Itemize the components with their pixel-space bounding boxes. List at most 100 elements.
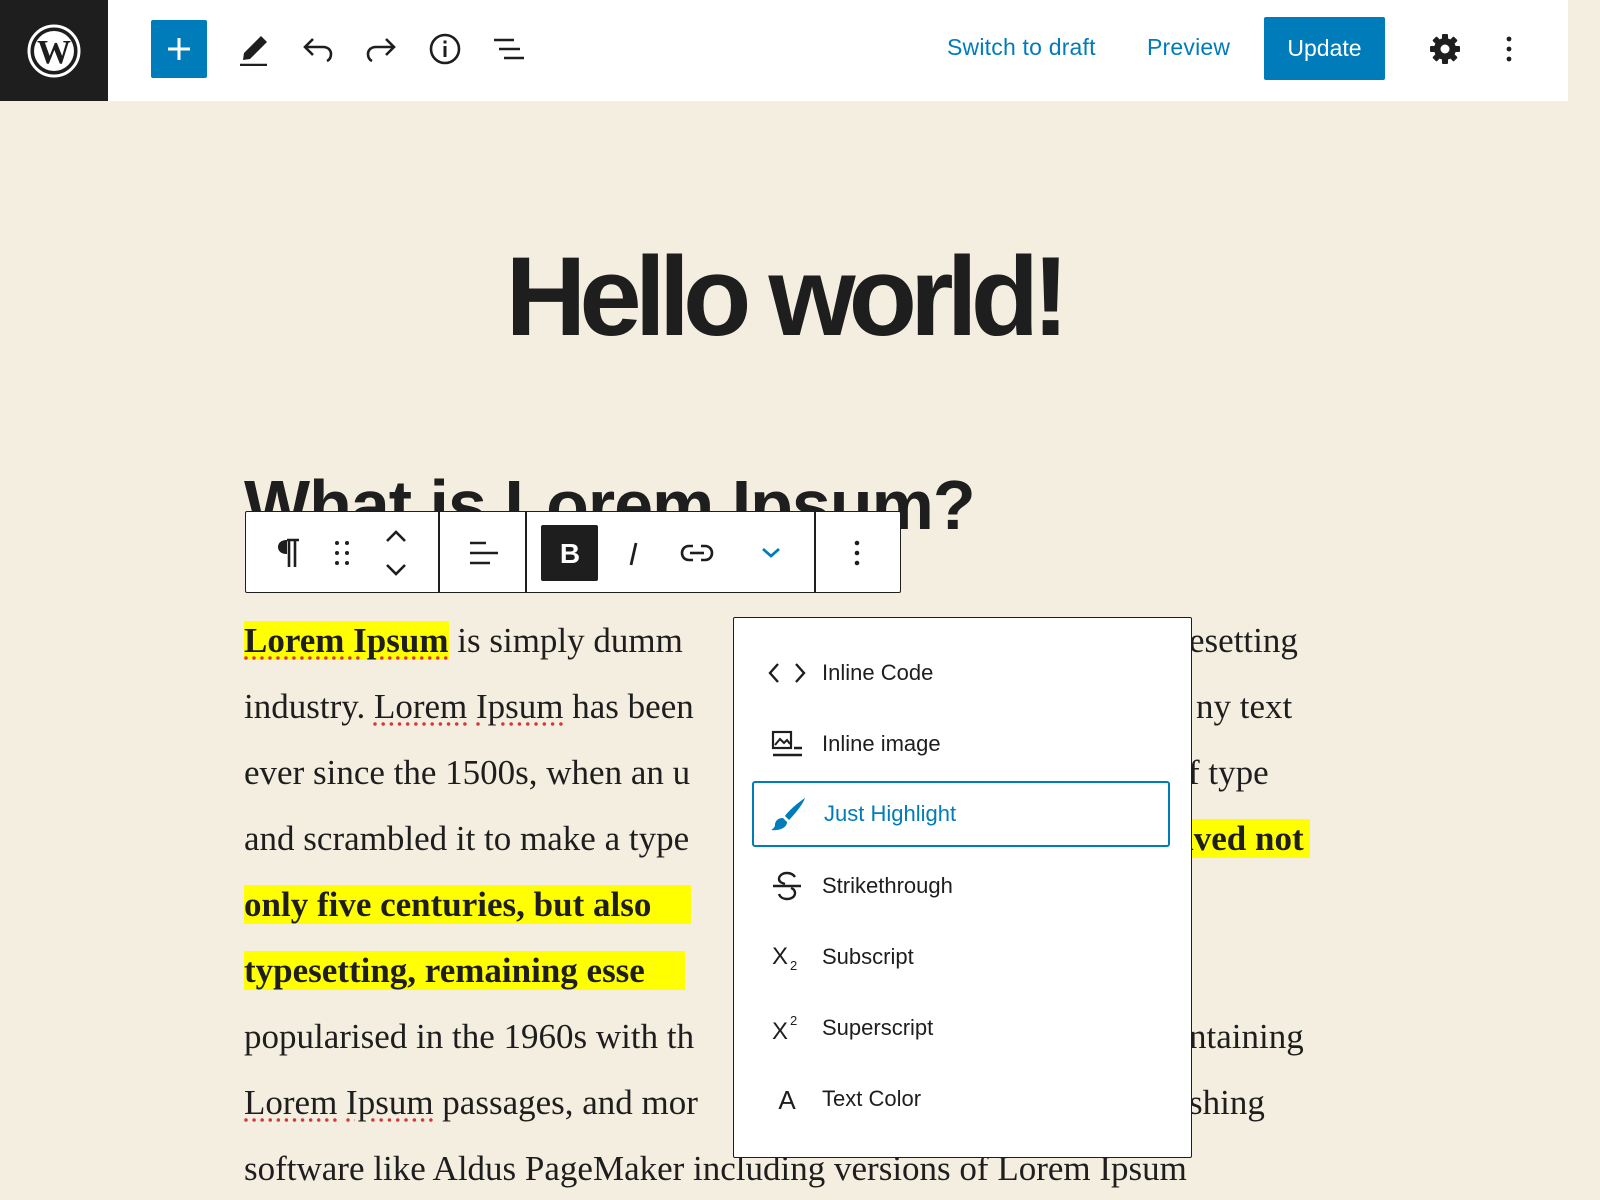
redo-button[interactable] <box>353 20 409 78</box>
bold-icon: B <box>559 539 579 567</box>
move-up-button[interactable] <box>374 520 418 552</box>
block-toolbar: B <box>245 511 901 593</box>
bold-button[interactable]: B <box>541 525 598 581</box>
move-down-button[interactable] <box>374 554 418 586</box>
link-button[interactable] <box>671 525 723 581</box>
paragraph-line: ntaining <box>1189 1012 1304 1062</box>
paragraph-line: typesetting, remaining esse <box>244 946 685 996</box>
menu-item-label: Strikethrough <box>822 873 953 898</box>
kebab-menu-icon <box>1506 36 1512 62</box>
menu-item-label: Inline image <box>822 731 941 756</box>
highlighted-text: Lorem Ipsum <box>244 621 449 660</box>
outline-button[interactable] <box>481 20 537 78</box>
drag-handle-icon <box>335 541 349 565</box>
paragraph-line: and scrambled it to make a type <box>244 814 689 864</box>
paragraph-line: ny text <box>1196 682 1292 732</box>
plus-icon <box>168 38 190 60</box>
kebab-menu-icon <box>854 540 860 566</box>
menu-item-label: Subscript <box>822 944 914 969</box>
svg-text:A: A <box>778 1085 796 1113</box>
paragraph-text: industry. <box>244 687 374 726</box>
toolbar-divider <box>814 512 816 592</box>
preview-button[interactable]: Preview <box>1147 34 1230 61</box>
highlighted-text: only five centuries, but also <box>244 885 692 924</box>
paragraph-line: Lorem Ipsum is simply dumm <box>244 616 683 666</box>
menu-item-just-highlight[interactable]: Just Highlight <box>752 781 1170 847</box>
paragraph-text: f type <box>1188 753 1269 792</box>
highlighted-text: typesetting, remaining esse <box>244 951 685 990</box>
link-icon <box>680 544 714 562</box>
more-formatting-button[interactable] <box>746 525 796 581</box>
superscript-icon: X 2 <box>752 1013 822 1043</box>
paragraph-line: ived not <box>1184 814 1310 864</box>
chevron-down-icon <box>762 547 780 558</box>
paragraph-line: Lorem Ipsum passages, and mor <box>244 1078 698 1128</box>
paragraph-text: and scrambled it to make a type <box>244 819 690 858</box>
gear-icon <box>1430 34 1460 64</box>
block-type-button[interactable] <box>266 525 310 581</box>
post-title[interactable]: Hello world! <box>0 232 1568 362</box>
editor-header: W Switch to draft Preview Update <box>0 0 1568 101</box>
menu-item-subscript[interactable]: X 2 Subscript <box>752 924 1170 990</box>
add-block-button[interactable] <box>151 20 207 78</box>
undo-button[interactable] <box>290 20 346 78</box>
paragraph-text: popularised in the 1960s with th <box>244 1017 695 1056</box>
menu-item-label: Inline Code <box>822 660 934 685</box>
details-button[interactable] <box>417 20 473 78</box>
drag-handle[interactable] <box>322 525 362 581</box>
paragraph-text: shing <box>1189 1083 1265 1122</box>
list-view-icon <box>494 38 524 60</box>
menu-item-inline-image[interactable]: Inline image <box>752 711 1170 777</box>
paragraph-text <box>467 687 476 726</box>
redo-icon <box>366 38 396 63</box>
wordpress-logo-icon[interactable]: W <box>0 0 108 101</box>
menu-item-label: Text Color <box>822 1086 922 1111</box>
misspelled-word: Ipsum <box>476 687 564 726</box>
brush-icon <box>754 796 824 832</box>
paragraph-icon <box>278 538 299 567</box>
svg-text:X: X <box>772 943 788 970</box>
paragraph-text <box>337 1083 346 1122</box>
italic-button[interactable] <box>609 525 659 581</box>
image-icon <box>752 730 822 758</box>
menu-item-label: Superscript <box>822 1015 934 1040</box>
paragraph-text: ny text <box>1196 687 1293 726</box>
paragraph-text: passages, and mor <box>433 1083 698 1122</box>
svg-text:X: X <box>772 1018 788 1043</box>
paragraph-text: ntaining <box>1189 1017 1304 1056</box>
toolbar-divider <box>438 512 440 592</box>
subscript-icon: X 2 <box>752 942 822 972</box>
menu-item-text-color[interactable]: A Text Color <box>752 1066 1170 1132</box>
settings-button[interactable] <box>1417 20 1473 78</box>
more-options-button[interactable] <box>1481 20 1537 78</box>
svg-text:W: W <box>37 34 71 71</box>
svg-text:2: 2 <box>790 1013 797 1028</box>
pencil-icon <box>240 36 267 66</box>
tools-button[interactable] <box>226 20 282 78</box>
svg-text:B: B <box>559 539 579 567</box>
block-options-button[interactable] <box>832 525 882 581</box>
align-left-icon <box>470 541 498 565</box>
update-button[interactable]: Update <box>1264 17 1385 80</box>
info-icon <box>429 33 461 65</box>
paragraph-text: ever since the 1500s, when an u <box>244 753 691 792</box>
misspelled-word: Ipsum <box>346 1083 434 1122</box>
menu-item-inline-code[interactable]: Inline Code <box>752 640 1170 706</box>
code-icon <box>752 661 822 685</box>
menu-item-strikethrough[interactable]: Strikethrough <box>752 853 1170 919</box>
toolbar-divider <box>525 512 527 592</box>
paragraph-line: esetting <box>1189 616 1298 666</box>
paragraph-text: is simply dumm <box>448 621 683 660</box>
paragraph-line: shing <box>1189 1078 1265 1128</box>
paragraph-text: has been <box>563 687 694 726</box>
switch-to-draft-button[interactable]: Switch to draft <box>947 34 1096 61</box>
paragraph-line: f type <box>1188 748 1269 798</box>
menu-item-label: Just Highlight <box>824 801 957 826</box>
menu-item-superscript[interactable]: X 2 Superscript <box>752 995 1170 1061</box>
align-button[interactable] <box>456 525 512 581</box>
svg-text:2: 2 <box>790 958 797 972</box>
paragraph-line: popularised in the 1960s with th <box>244 1012 694 1062</box>
paragraph-line: ever since the 1500s, when an u <box>244 748 690 798</box>
paragraph-line: industry. Lorem Ipsum has been <box>244 682 694 732</box>
chevron-up-icon <box>386 530 406 542</box>
